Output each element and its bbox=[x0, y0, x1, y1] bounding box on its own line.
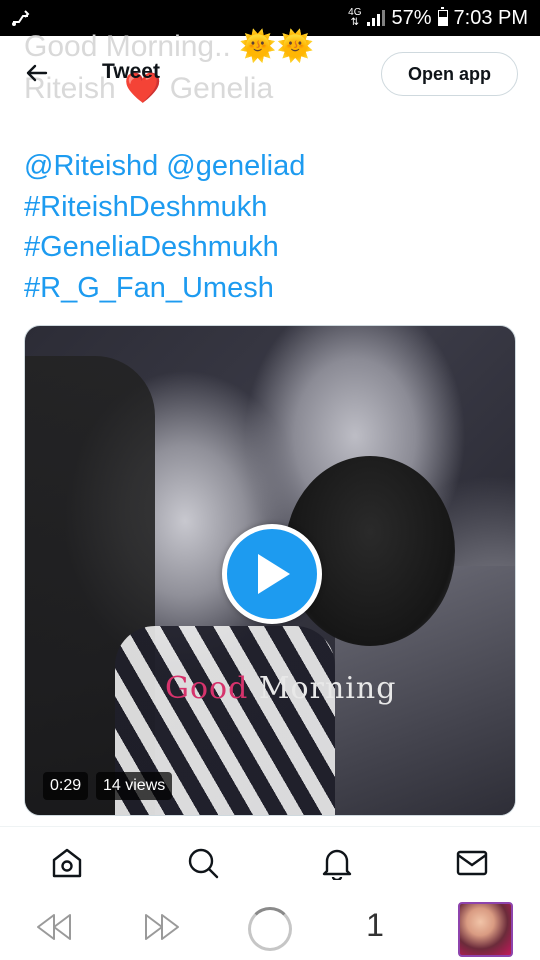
faded-tweet-text: Good Morning.. 🌞🌞 Riteish ❤️ Genelia bbox=[24, 26, 314, 110]
avatar[interactable] bbox=[458, 902, 513, 957]
page-title: Tweet bbox=[102, 60, 160, 83]
data-arrows-icon: ⇅ bbox=[350, 17, 359, 28]
tweet-text: @Riteishd @geneliad #RiteishDeshmukh #Ge… bbox=[24, 146, 305, 308]
search-icon[interactable] bbox=[186, 846, 220, 880]
video-duration: 0:29 bbox=[43, 772, 89, 800]
clock: 7:03 PM bbox=[453, 6, 528, 29]
arrow-left-icon[interactable] bbox=[22, 58, 52, 88]
tab-count[interactable]: 1 bbox=[360, 907, 390, 944]
forward-icon[interactable] bbox=[142, 911, 182, 943]
bell-icon[interactable] bbox=[320, 846, 354, 880]
hashtag-geneliadeshmukh[interactable]: #GeneliaDeshmukh bbox=[24, 227, 305, 268]
battery-percent: 57% bbox=[391, 6, 432, 29]
hashtag-riteishdeshmukh[interactable]: #RiteishDeshmukh bbox=[24, 187, 305, 228]
divider bbox=[0, 826, 540, 827]
overlay-word-morning: Morning bbox=[258, 671, 397, 706]
play-icon bbox=[258, 554, 290, 594]
video-views: 14 views bbox=[96, 772, 173, 800]
network-type: 4G ⇅ bbox=[348, 8, 361, 28]
ghost-name-2: Genelia bbox=[169, 72, 274, 105]
loading-spinner-icon bbox=[248, 907, 292, 951]
ghost-line-1: Good Morning.. bbox=[24, 30, 231, 63]
browser-toolbar: 1 bbox=[0, 895, 540, 960]
open-app-button[interactable]: Open app bbox=[381, 52, 518, 96]
overlay-word-good: Good bbox=[165, 671, 249, 706]
mail-icon[interactable] bbox=[455, 846, 489, 880]
usb-notification-icon bbox=[12, 10, 30, 26]
hashtag-r-g-fan-umesh[interactable]: #R_G_Fan_Umesh bbox=[24, 268, 305, 309]
mention-links[interactable]: @Riteishd @geneliad bbox=[24, 146, 305, 187]
video-overlay-text: Good Morning bbox=[165, 671, 396, 706]
home-icon[interactable] bbox=[50, 846, 84, 880]
battery-icon bbox=[437, 7, 448, 26]
play-button[interactable] bbox=[222, 524, 322, 624]
sun-emoji: 🌞🌞 bbox=[239, 30, 314, 63]
rewind-back-icon[interactable] bbox=[34, 911, 74, 943]
signal-icon bbox=[367, 10, 386, 26]
video-player[interactable]: Good Morning 0:29 14 views bbox=[24, 325, 516, 816]
